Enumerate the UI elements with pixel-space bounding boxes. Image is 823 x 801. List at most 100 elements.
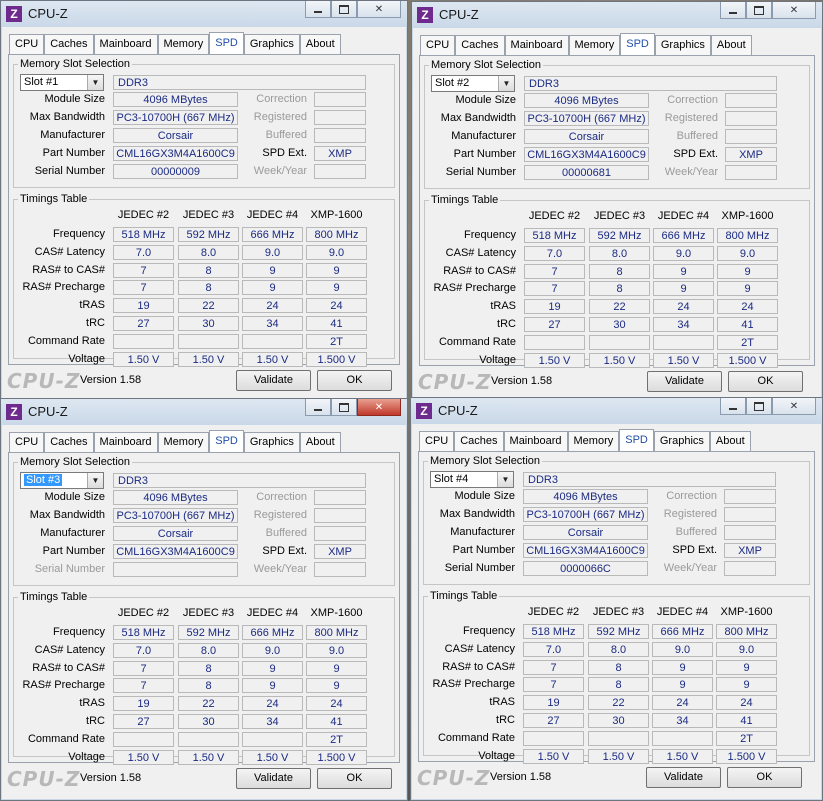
- tab-about[interactable]: About: [299, 432, 341, 452]
- timing-row-label: tRAS: [79, 299, 105, 312]
- tab-memory[interactable]: Memory: [567, 431, 620, 451]
- tab-about[interactable]: About: [299, 34, 341, 54]
- chevron-down-icon[interactable]: ▼: [87, 75, 103, 90]
- ok-button[interactable]: OK: [727, 767, 802, 788]
- tab-graphics[interactable]: Graphics: [653, 431, 710, 451]
- timing-row-label: Voltage: [478, 749, 515, 762]
- timing-cell: 9: [717, 263, 778, 279]
- tab-spd[interactable]: SPD: [209, 430, 244, 452]
- timings-table-label: Timings Table: [430, 590, 498, 602]
- tab-mainboard[interactable]: Mainboard: [503, 431, 568, 451]
- memory-slot-selection-group: Memory Slot Selection Slot #3 ▼ DDR3 Mod…: [13, 456, 395, 586]
- timing-row-label: tRC: [496, 714, 515, 726]
- ok-button[interactable]: OK: [317, 768, 392, 789]
- timings-table-label: Timings Table: [431, 194, 499, 206]
- chevron-down-icon[interactable]: ▼: [498, 76, 514, 91]
- tab-mainboard[interactable]: Mainboard: [93, 432, 158, 452]
- timing-row-label: tRAS: [489, 696, 515, 709]
- tab-memory[interactable]: Memory: [568, 35, 621, 55]
- validate-button[interactable]: Validate: [236, 370, 311, 391]
- validate-button[interactable]: Validate: [647, 371, 722, 392]
- timing-cell: 2T: [306, 731, 367, 747]
- tab-spd[interactable]: SPD: [209, 32, 244, 54]
- timing-cell: 24: [306, 298, 367, 314]
- tab-graphics[interactable]: Graphics: [243, 34, 300, 54]
- tab-mainboard[interactable]: Mainboard: [504, 35, 569, 55]
- footer-bar: CPU-Z Version 1.58 Validate OK: [1, 765, 407, 793]
- timing-column-header: JEDEC #3: [592, 606, 645, 618]
- maximize-button[interactable]: [746, 2, 772, 19]
- tab-cpu[interactable]: CPU: [420, 35, 456, 55]
- timing-column-header: XMP-1600: [720, 606, 773, 618]
- timing-cell: 518 MHz: [523, 624, 584, 639]
- tab-caches[interactable]: Caches: [454, 431, 504, 451]
- buffered-label: Buffered: [265, 129, 307, 141]
- spd-ext-value: XMP: [314, 544, 366, 559]
- ok-button[interactable]: OK: [317, 370, 392, 391]
- tab-mainboard[interactable]: Mainboard: [93, 34, 158, 54]
- title-bar[interactable]: Z CPU-Z ✕: [1, 1, 407, 27]
- minimize-button[interactable]: [720, 398, 746, 415]
- timing-cell: 7: [113, 660, 174, 676]
- minimize-button[interactable]: [305, 1, 331, 18]
- correction-label: Correction: [256, 93, 307, 105]
- tab-caches[interactable]: Caches: [44, 432, 94, 452]
- validate-button[interactable]: Validate: [646, 767, 721, 788]
- timing-column-header: XMP-1600: [310, 607, 363, 619]
- close-button[interactable]: ✕: [772, 2, 816, 19]
- cpu-z-window[interactable]: Z CPU-Z ✕ CPU Caches Mainboard Memory SP…: [0, 398, 408, 801]
- timing-cell: 1.50 V: [652, 748, 713, 764]
- timing-cell: 666 MHz: [242, 625, 303, 640]
- timing-row-label: tRAS: [490, 300, 516, 313]
- maximize-button[interactable]: [746, 398, 772, 415]
- slot-select[interactable]: Slot #3 ▼: [20, 472, 104, 489]
- tab-memory[interactable]: Memory: [157, 432, 210, 452]
- cpu-z-window[interactable]: Z CPU-Z ✕ CPU Caches Mainboard Memory SP…: [0, 0, 408, 400]
- tab-cpu[interactable]: CPU: [9, 34, 45, 54]
- tab-caches[interactable]: Caches: [455, 35, 505, 55]
- tab-memory[interactable]: Memory: [157, 34, 210, 54]
- timing-row-label: CAS# Latency: [444, 642, 515, 655]
- close-button[interactable]: ✕: [772, 398, 816, 415]
- close-icon: ✕: [789, 400, 799, 412]
- timing-cell: 592 MHz: [588, 624, 649, 639]
- cpu-z-window[interactable]: Z CPU-Z ✕ CPU Caches Mainboard Memory SP…: [411, 1, 823, 401]
- week-year-label: Week/Year: [663, 562, 717, 574]
- slot-select[interactable]: Slot #2 ▼: [431, 75, 515, 92]
- tab-graphics[interactable]: Graphics: [654, 35, 711, 55]
- slot-select[interactable]: Slot #1 ▼: [20, 74, 104, 91]
- tab-strip: CPU Caches Mainboard Memory SPD Graphics…: [420, 33, 752, 55]
- validate-button[interactable]: Validate: [236, 768, 311, 789]
- tab-caches[interactable]: Caches: [44, 34, 94, 54]
- close-button[interactable]: ✕: [357, 399, 401, 416]
- ok-button[interactable]: OK: [728, 371, 803, 392]
- chevron-down-icon[interactable]: ▼: [497, 472, 513, 487]
- tab-cpu[interactable]: CPU: [419, 431, 455, 451]
- spd-ext-value: XMP: [725, 147, 777, 162]
- tab-about[interactable]: About: [710, 35, 752, 55]
- slot-select[interactable]: Slot #4 ▼: [430, 471, 514, 488]
- title-bar[interactable]: Z CPU-Z ✕: [411, 398, 822, 424]
- close-button[interactable]: ✕: [357, 1, 401, 18]
- part-number-value: CML16GX3M4A1600C9: [113, 146, 238, 161]
- cpu-z-window[interactable]: Z CPU-Z ✕ CPU Caches Mainboard Memory SP…: [410, 397, 823, 801]
- minimize-button[interactable]: [305, 399, 331, 416]
- tab-spd[interactable]: SPD: [619, 429, 654, 451]
- memory-slot-selection-label: Memory Slot Selection: [431, 59, 542, 71]
- spd-tab-panel: Memory Slot Selection Slot #3 ▼ DDR3 Mod…: [8, 452, 400, 765]
- timing-cell: [589, 334, 650, 350]
- minimize-button[interactable]: [720, 2, 746, 19]
- tab-cpu[interactable]: CPU: [9, 432, 45, 452]
- timing-cell: 22: [178, 298, 239, 314]
- title-bar[interactable]: Z CPU-Z ✕: [412, 2, 822, 28]
- timing-row-label: RAS# to CAS#: [443, 264, 516, 277]
- tab-spd[interactable]: SPD: [620, 33, 655, 55]
- tab-about[interactable]: About: [709, 431, 751, 451]
- chevron-down-icon[interactable]: ▼: [87, 473, 103, 488]
- tab-graphics[interactable]: Graphics: [243, 432, 300, 452]
- title-bar[interactable]: Z CPU-Z ✕: [1, 399, 407, 425]
- memory-type-value: DDR3: [524, 76, 777, 91]
- max-bandwidth-value: PC3-10700H (667 MHz): [524, 111, 649, 126]
- maximize-button[interactable]: [331, 1, 357, 18]
- maximize-button[interactable]: [331, 399, 357, 416]
